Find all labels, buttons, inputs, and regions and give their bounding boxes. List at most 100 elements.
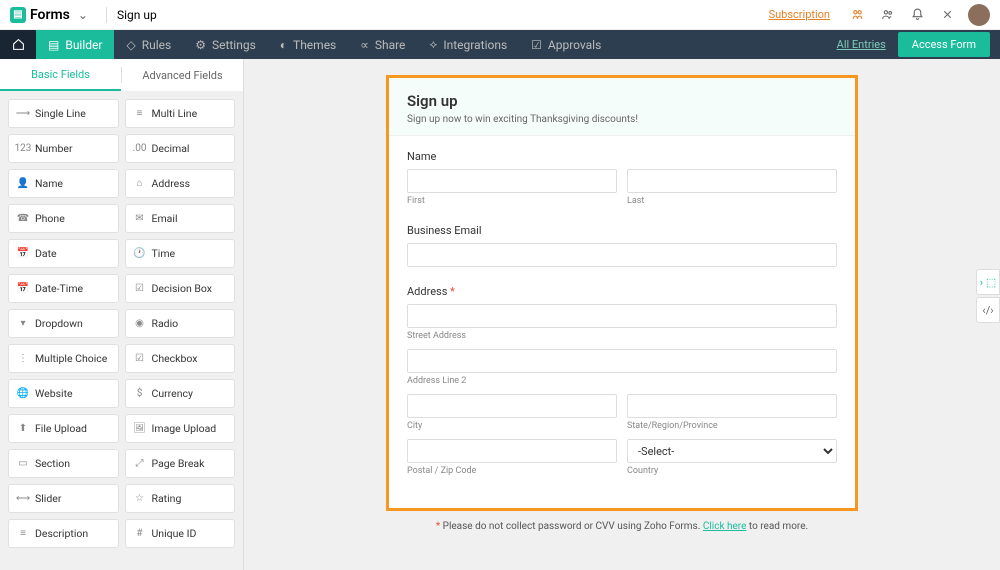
- brand[interactable]: ▤ Forms: [10, 7, 70, 23]
- field-label: Multiple Choice: [35, 352, 107, 365]
- access-form-button[interactable]: Access Form: [898, 32, 990, 57]
- field-label: Unique ID: [152, 527, 197, 540]
- field-multiple-choice[interactable]: ⋮Multiple Choice: [8, 344, 119, 373]
- field-icon: 🌐: [17, 388, 29, 400]
- field-image-upload[interactable]: 🖼Image Upload: [125, 414, 236, 443]
- field-number[interactable]: 123 Number: [8, 134, 119, 163]
- field-icon: 👤: [17, 178, 29, 190]
- field-file-upload[interactable]: ⬆ File Upload: [8, 414, 119, 443]
- field-rating[interactable]: ☆Rating: [125, 484, 236, 513]
- form-subtitle: Sign up now to win exciting Thanksgiving…: [407, 114, 837, 125]
- field-date-time[interactable]: 📅 Date-Time: [8, 274, 119, 303]
- state-input[interactable]: [627, 394, 837, 418]
- line2-input[interactable]: [407, 349, 837, 373]
- field-icon: 📅: [17, 248, 29, 260]
- subscription-link[interactable]: Subscription: [769, 8, 830, 21]
- field-single-line[interactable]: ⟶Single Line: [8, 99, 119, 128]
- field-icon: .00: [134, 143, 146, 155]
- form-title: Sign up: [407, 92, 837, 110]
- field-icon: ☎: [17, 213, 29, 225]
- field-time[interactable]: 🕐Time: [125, 239, 236, 268]
- field-icon: ⌂: [134, 178, 146, 190]
- preview-toggle[interactable]: › ⬚: [976, 269, 1000, 295]
- all-entries-link[interactable]: All Entries: [837, 38, 886, 51]
- users-icon[interactable]: [877, 5, 897, 25]
- field-icon: $: [134, 388, 146, 400]
- field-icon: ≡: [134, 108, 146, 120]
- field-icon: ⬆: [17, 423, 29, 435]
- bell-icon[interactable]: [907, 5, 927, 25]
- street-sublabel: Street Address: [407, 331, 837, 341]
- postal-input[interactable]: [407, 439, 617, 463]
- breadcrumb[interactable]: Sign up: [117, 8, 157, 22]
- city-input[interactable]: [407, 394, 617, 418]
- field-label: File Upload: [35, 422, 87, 435]
- email-label: Business Email: [407, 224, 837, 237]
- field-label: Description: [35, 527, 88, 540]
- field-date[interactable]: 📅Date: [8, 239, 119, 268]
- tab-advanced-fields[interactable]: Advanced Fields: [122, 59, 243, 91]
- tools-icon[interactable]: [937, 5, 957, 25]
- tab-basic-fields[interactable]: Basic Fields: [0, 59, 121, 91]
- field-icon: ☑: [134, 353, 146, 365]
- country-select[interactable]: -Select-: [627, 439, 837, 463]
- notice-link[interactable]: Click here: [703, 521, 747, 532]
- integrations-icon: ⟡: [429, 37, 437, 52]
- last-name-input[interactable]: [627, 169, 837, 193]
- field-label: Address: [152, 177, 191, 190]
- nav-settings[interactable]: ⚙Settings: [183, 30, 268, 59]
- field-icon: ▭: [17, 458, 29, 470]
- field-dropdown[interactable]: ▾Dropdown: [8, 309, 119, 338]
- street-input[interactable]: [407, 304, 837, 328]
- field-label: Slider: [35, 492, 61, 505]
- field-website[interactable]: 🌐 Website: [8, 379, 119, 408]
- field-label: Website: [35, 387, 73, 400]
- field-address[interactable]: ⌂ Address: [125, 169, 236, 198]
- rules-icon: ◇: [126, 38, 135, 52]
- field-description[interactable]: ≡Description: [8, 519, 119, 548]
- field-icon: 123: [17, 143, 29, 155]
- field-decision-box[interactable]: ☑Decision Box: [125, 274, 236, 303]
- field-email[interactable]: ✉Email: [125, 204, 236, 233]
- field-multi-line[interactable]: ≡Multi Line: [125, 99, 236, 128]
- line2-sublabel: Address Line 2: [407, 376, 837, 386]
- country-sublabel: Country: [627, 466, 837, 476]
- nav-share[interactable]: ∝Share: [348, 30, 417, 59]
- nav-builder[interactable]: ▤Builder: [36, 30, 114, 59]
- field-name[interactable]: 👤Name: [8, 169, 119, 198]
- last-sublabel: Last: [627, 196, 837, 206]
- field-decimal[interactable]: .00Decimal: [125, 134, 236, 163]
- field-radio[interactable]: ◉Radio: [125, 309, 236, 338]
- field-slider[interactable]: ⟷ Slider: [8, 484, 119, 513]
- field-icon: ⟷: [17, 493, 29, 505]
- field-label: Dropdown: [35, 317, 83, 330]
- themes-icon: ◐: [280, 38, 287, 52]
- field-label: Rating: [152, 492, 182, 505]
- nav-integrations[interactable]: ⟡Integrations: [417, 30, 519, 59]
- field-currency[interactable]: $Currency: [125, 379, 236, 408]
- field-label: Date-Time: [35, 282, 83, 295]
- chevron-down-icon[interactable]: ⌄: [78, 8, 88, 22]
- nav-themes[interactable]: ◐Themes: [268, 30, 348, 59]
- field-checkbox[interactable]: ☑ Checkbox: [125, 344, 236, 373]
- first-name-input[interactable]: [407, 169, 617, 193]
- home-button[interactable]: [0, 30, 36, 59]
- field-page-break[interactable]: ⤢Page Break: [125, 449, 236, 478]
- field-unique-id[interactable]: #Unique ID: [125, 519, 236, 548]
- field-label: Checkbox: [152, 352, 198, 365]
- field-label: Section: [35, 457, 70, 470]
- field-phone[interactable]: ☎Phone: [8, 204, 119, 233]
- org-icon[interactable]: [847, 5, 867, 25]
- field-label: Number: [35, 142, 73, 155]
- field-section[interactable]: ▭ Section: [8, 449, 119, 478]
- nav-rules[interactable]: ◇Rules: [114, 30, 183, 59]
- avatar[interactable]: [968, 4, 990, 26]
- nav-approvals[interactable]: ☑Approvals: [519, 30, 613, 59]
- field-label: Single Line: [35, 107, 86, 120]
- field-label: Image Upload: [152, 422, 217, 435]
- field-icon: 📅: [17, 283, 29, 295]
- code-toggle[interactable]: ‹/›: [976, 297, 1000, 323]
- forms-icon: ▤: [10, 7, 26, 23]
- field-label: Page Break: [152, 457, 205, 470]
- email-input[interactable]: [407, 243, 837, 267]
